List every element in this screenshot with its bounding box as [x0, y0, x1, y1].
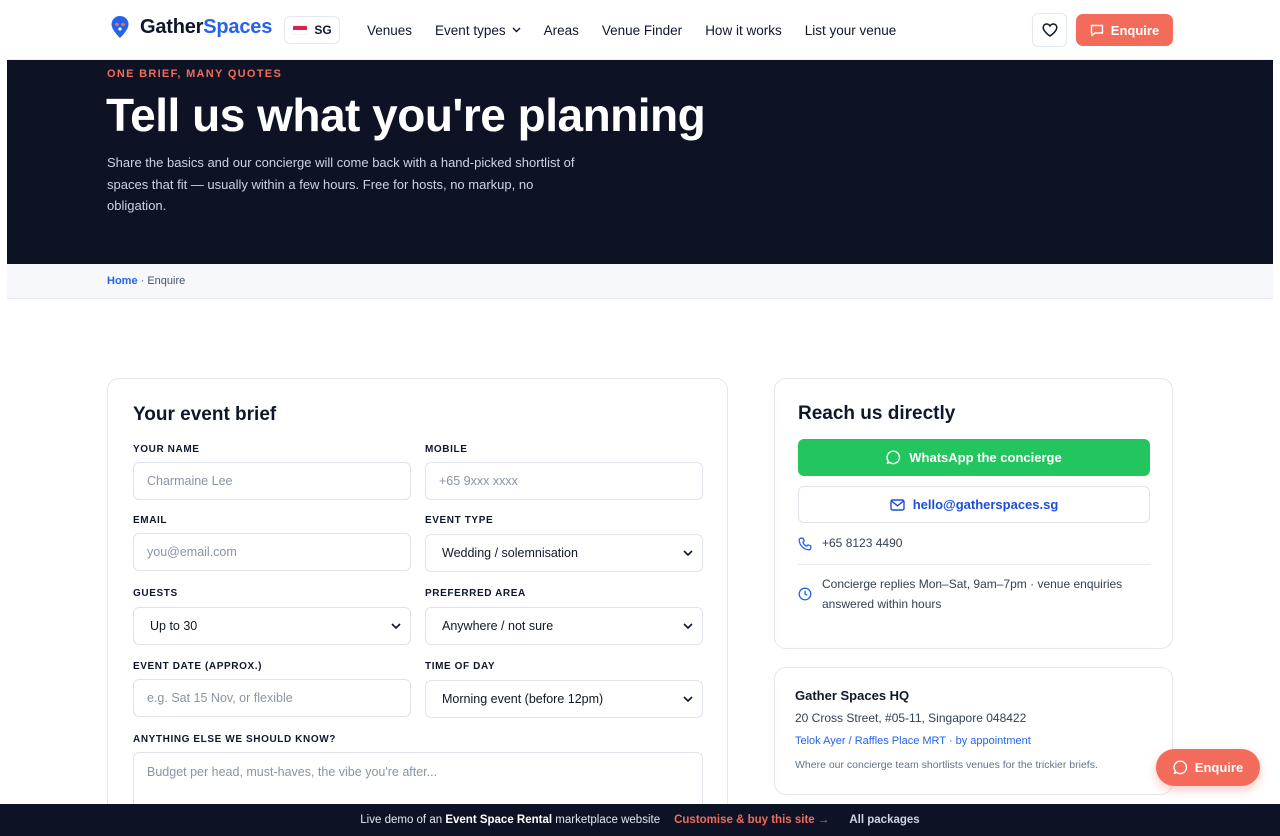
breadcrumb-bar: Home · Enquire [7, 264, 1273, 299]
favourites-button[interactable] [1032, 13, 1067, 47]
guests-value: Up to 30 [150, 619, 198, 633]
breadcrumb-current: Enquire [147, 275, 186, 287]
chevron-down-icon [391, 623, 401, 629]
mail-icon [889, 498, 905, 511]
hq-address: 20 Cross Street, #05-11, Singapore 04842… [795, 711, 1027, 725]
date-input[interactable]: e.g. Sat 15 Nov, or flexible [133, 679, 411, 717]
page-title: Tell us what you're planning [106, 89, 706, 141]
email-label: EMAIL [133, 515, 168, 526]
all-packages-link[interactable]: All packages [849, 814, 919, 826]
chevron-down-icon [683, 623, 693, 629]
whatsapp-chat-icon [886, 450, 901, 465]
time-label: TIME OF DAY [425, 661, 496, 672]
guests-label: GUESTS [133, 588, 178, 599]
hq-directions-link[interactable]: Telok Ayer / Raffles Place MRT · by appo… [795, 735, 1031, 747]
reach-title: Reach us directly [798, 403, 956, 424]
event-type-label: EVENT TYPE [425, 515, 494, 526]
area-select[interactable]: Anywhere / not sure [425, 607, 703, 645]
floating-enquire-label: Enquire [1194, 760, 1244, 775]
breadcrumb-separator: · [137, 275, 148, 287]
hq-card: Gather Spaces HQ 20 Cross Street, #05-11… [774, 667, 1173, 795]
breadcrumb: Home · Enquire [107, 275, 185, 287]
nav-venue-finder[interactable]: Venue Finder [602, 23, 682, 38]
guests-select[interactable]: Up to 30 [133, 607, 411, 645]
whatsapp-button[interactable]: WhatsApp the concierge [798, 439, 1150, 476]
phone-number: +65 8123 4490 [822, 536, 903, 550]
singapore-flag-icon [292, 25, 309, 35]
nav-event-types-label: Event types [435, 22, 506, 38]
time-select[interactable]: Morning event (before 12pm) [425, 680, 703, 718]
mobile-label: MOBILE [425, 444, 468, 455]
area-value: Anywhere / not sure [442, 619, 554, 633]
customise-link[interactable]: Customise & buy this site → [674, 814, 829, 826]
name-input[interactable]: Charmaine Lee [133, 462, 411, 500]
header-enquire-label: Enquire [1110, 22, 1160, 38]
demo-banner: Live demo of an Event Space Rental marke… [0, 804, 1280, 836]
chat-bubble-icon [1173, 760, 1187, 775]
hours-row: Concierge replies Mon–Sat, 9am–7pm · ven… [798, 575, 1128, 614]
mobile-input[interactable]: +65 9xxx xxxx [425, 462, 703, 500]
email-address: hello@gatherspaces.sg [912, 497, 1059, 512]
hero-subtitle: Share the basics and our concierge will … [107, 155, 575, 213]
site-header: GatherSpaces SG Venues Event types Areas… [7, 0, 1273, 60]
date-label: EVENT DATE (APPROX.) [133, 661, 263, 672]
nav-how-it-works[interactable]: How it works [705, 23, 782, 38]
clock-icon [798, 587, 812, 601]
event-brief-form: Your event brief YOUR NAME Charmaine Lee… [107, 378, 728, 822]
chevron-down-icon [512, 27, 521, 33]
main-nav: Venues Event types Areas Venue Finder Ho… [367, 0, 896, 60]
whatsapp-label: WhatsApp the concierge [909, 450, 1062, 465]
name-label: YOUR NAME [133, 444, 200, 455]
form-title: Your event brief [133, 404, 277, 425]
chevron-down-icon [683, 696, 693, 702]
floating-enquire-button[interactable]: Enquire [1156, 749, 1260, 786]
phone-icon [798, 537, 812, 551]
nav-areas[interactable]: Areas [544, 23, 579, 38]
hero-section: ONE BRIEF, MANY QUOTES Tell us what you'… [7, 60, 1273, 264]
event-type-select[interactable]: Wedding / solemnisation [425, 534, 703, 572]
notes-label: ANYTHING ELSE WE SHOULD KNOW? [133, 734, 336, 745]
nav-venues[interactable]: Venues [367, 23, 412, 38]
hq-title: Gather Spaces HQ [795, 688, 910, 703]
breadcrumb-home-link[interactable]: Home [107, 275, 138, 287]
nav-list-your-venue[interactable]: List your venue [805, 23, 897, 38]
header-enquire-button[interactable]: Enquire [1076, 14, 1173, 46]
area-label: PREFERRED AREA [425, 588, 526, 599]
nav-event-types[interactable]: Event types [435, 23, 521, 38]
phone-row[interactable]: +65 8123 4490 [798, 534, 902, 554]
event-type-value: Wedding / solemnisation [442, 546, 578, 560]
message-square-icon [1090, 24, 1103, 36]
demo-text: Live demo of an Event Space Rental marke… [360, 814, 661, 826]
country-selector[interactable]: SG [284, 16, 340, 44]
hero-eyebrow: ONE BRIEF, MANY QUOTES [107, 68, 283, 80]
time-value: Morning event (before 12pm) [442, 692, 604, 706]
email-button[interactable]: hello@gatherspaces.sg [798, 486, 1150, 523]
hq-note: Where our concierge team shortlists venu… [795, 759, 1098, 771]
hours-text: Concierge replies Mon–Sat, 9am–7pm · ven… [822, 577, 1123, 611]
heart-icon [1041, 23, 1058, 37]
reach-us-card: Reach us directly WhatsApp the concierge… [774, 378, 1173, 649]
logo-text: GatherSpaces [140, 15, 273, 38]
contact-divider [798, 564, 1150, 565]
country-code: SG [314, 23, 332, 37]
logo[interactable]: GatherSpaces [110, 15, 272, 39]
chevron-down-icon [683, 550, 693, 556]
email-input[interactable]: you@email.com [133, 533, 411, 571]
map-pin-logo-icon [111, 16, 129, 38]
